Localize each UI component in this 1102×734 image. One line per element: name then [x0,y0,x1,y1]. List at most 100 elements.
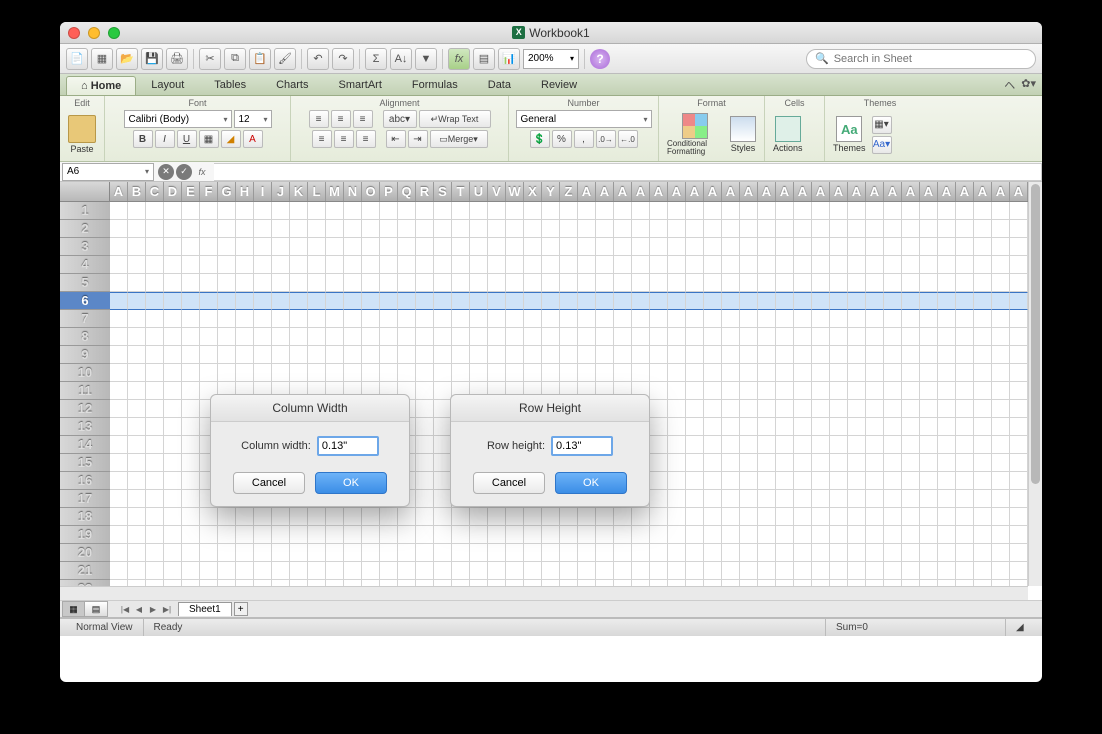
cell[interactable] [920,364,938,382]
cell[interactable] [956,436,974,454]
cell[interactable] [200,508,218,526]
cell[interactable] [182,364,200,382]
cell[interactable] [434,562,452,580]
cell[interactable] [794,454,812,472]
cell[interactable] [416,526,434,544]
cell[interactable] [974,364,992,382]
cell[interactable] [344,256,362,274]
cell[interactable] [956,418,974,436]
cell[interactable] [992,436,1010,454]
cell[interactable] [776,238,794,256]
cell[interactable] [164,472,182,490]
cell[interactable] [236,238,254,256]
cell[interactable] [218,220,236,238]
cell[interactable] [308,292,326,310]
cell[interactable] [812,508,830,526]
cell[interactable] [560,346,578,364]
cell[interactable] [128,436,146,454]
cell[interactable] [740,202,758,220]
cell[interactable] [164,238,182,256]
row-height-ok-button[interactable]: OK [555,472,627,494]
cell[interactable] [776,256,794,274]
sort-button[interactable]: A↓ [390,48,412,70]
cell[interactable] [614,220,632,238]
cell[interactable] [740,310,758,328]
cell[interactable] [1010,418,1028,436]
cell[interactable] [290,364,308,382]
cell[interactable] [578,274,596,292]
cell[interactable] [758,400,776,418]
cell[interactable] [452,562,470,580]
cell[interactable] [146,292,164,310]
cell[interactable] [524,292,542,310]
cell[interactable] [218,364,236,382]
cell[interactable] [200,292,218,310]
cell[interactable] [164,292,182,310]
cell[interactable] [524,526,542,544]
cell[interactable] [164,202,182,220]
cell[interactable] [974,400,992,418]
cell[interactable] [254,292,272,310]
cell[interactable] [110,418,128,436]
cell[interactable] [146,382,164,400]
column-header[interactable]: A [794,182,812,201]
cell[interactable] [740,526,758,544]
cell[interactable] [956,544,974,562]
cell[interactable] [794,436,812,454]
cell[interactable] [848,382,866,400]
cell[interactable] [704,490,722,508]
vertical-scroll-thumb[interactable] [1031,184,1040,484]
cell[interactable] [128,418,146,436]
cell[interactable] [866,472,884,490]
cell[interactable] [560,202,578,220]
cell[interactable] [848,274,866,292]
cell[interactable] [506,274,524,292]
cell[interactable] [884,472,902,490]
cell[interactable] [938,346,956,364]
column-header[interactable]: A [722,182,740,201]
column-header[interactable]: A [758,182,776,201]
cell[interactable] [1010,292,1028,310]
cell[interactable] [884,220,902,238]
column-header[interactable]: A [632,182,650,201]
cell[interactable] [452,292,470,310]
cell[interactable] [722,400,740,418]
cell[interactable] [146,418,164,436]
cell[interactable] [884,544,902,562]
cell[interactable] [938,292,956,310]
cell[interactable] [110,238,128,256]
cell[interactable] [686,202,704,220]
cell[interactable] [128,328,146,346]
column-header[interactable]: I [254,182,272,201]
cell[interactable] [200,220,218,238]
number-format-select[interactable]: General [516,110,652,128]
cell[interactable] [866,544,884,562]
cell[interactable] [884,292,902,310]
next-sheet-button[interactable]: ▶ [146,602,160,616]
cell[interactable] [938,310,956,328]
cell[interactable] [884,274,902,292]
cell[interactable] [254,562,272,580]
cell[interactable] [704,202,722,220]
cell[interactable] [506,526,524,544]
cell[interactable] [416,346,434,364]
cell[interactable] [344,562,362,580]
cell[interactable] [668,364,686,382]
cell[interactable] [938,328,956,346]
cell[interactable] [740,292,758,310]
formula-input[interactable] [214,163,1042,181]
cell[interactable] [146,364,164,382]
cell[interactable] [488,310,506,328]
cell[interactable] [812,310,830,328]
cell[interactable] [488,220,506,238]
cell[interactable] [578,328,596,346]
cell[interactable] [524,346,542,364]
name-box[interactable]: A6▾ [62,163,154,181]
cell[interactable] [128,562,146,580]
cell[interactable] [236,310,254,328]
cell[interactable] [632,256,650,274]
cell[interactable] [200,202,218,220]
row-header[interactable]: 15 [60,454,110,472]
cell[interactable] [1010,310,1028,328]
cell[interactable] [938,364,956,382]
